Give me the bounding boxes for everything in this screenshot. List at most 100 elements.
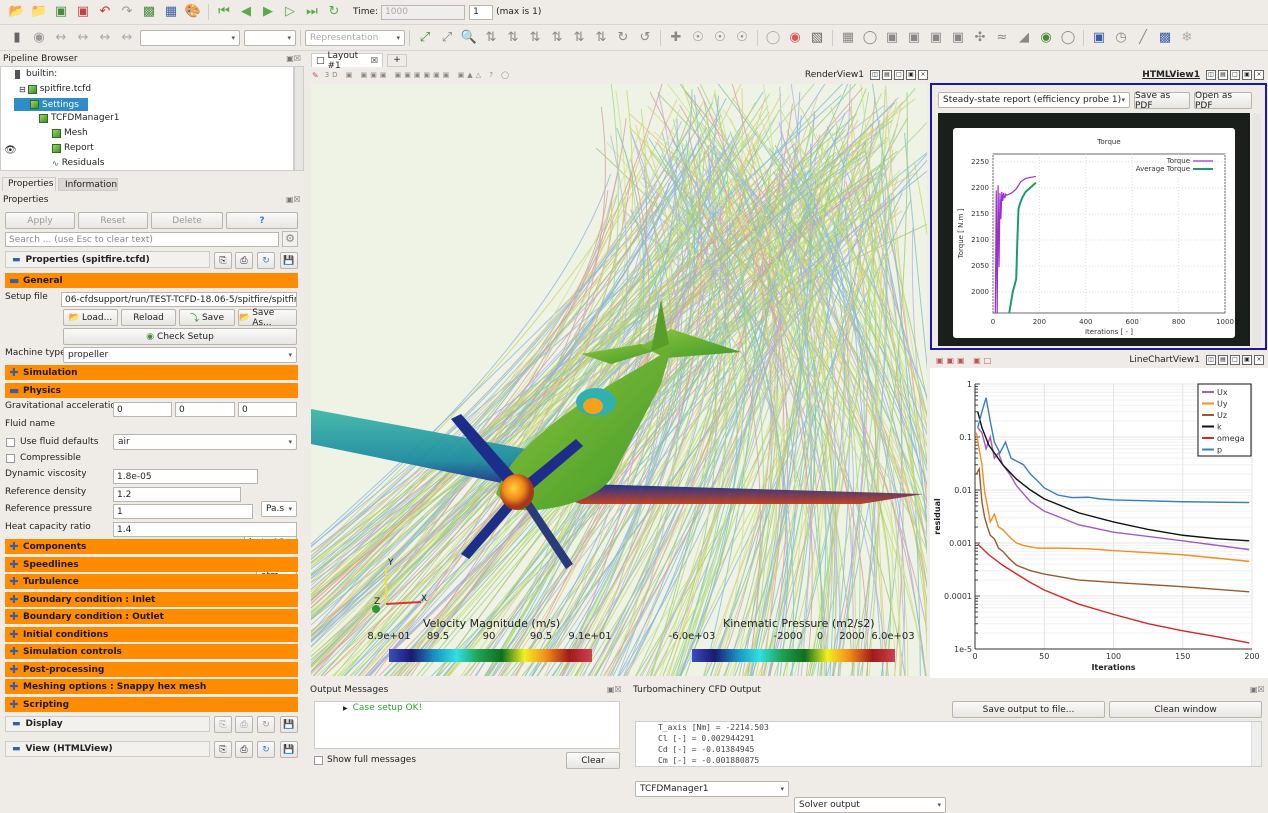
render-tools-icons[interactable]: 3D ▣ ▣▣▣ ▣▣▣▣▣▣ ▣▲△ ? ◯ — [325, 71, 512, 79]
section-8[interactable]: ✚ Post-processing — [5, 662, 298, 677]
threshold-icon[interactable]: ▣ — [927, 29, 945, 47]
pick-center-icon[interactable]: ☉ — [733, 29, 751, 47]
message-item[interactable]: ▶ Case setup OK! — [343, 703, 422, 713]
rescale-temporal-icon[interactable]: ↔ — [96, 29, 114, 47]
layout-tab[interactable]: □ Layout #1 ☒ — [311, 51, 383, 71]
reset-center-icon[interactable]: ☉ — [711, 29, 729, 47]
help-button[interactable]: ? — [226, 212, 298, 229]
connect-icon[interactable]: ▣ — [52, 3, 70, 21]
tree-item-mesh[interactable]: Mesh — [52, 128, 88, 138]
section-2[interactable]: ✚ Speedlines — [5, 557, 298, 572]
clean-window-button[interactable]: Clean window — [1109, 701, 1262, 718]
open-as-pdf-button[interactable]: Open as PDF — [1194, 91, 1252, 111]
redo-icon[interactable]: ↷ — [118, 3, 136, 21]
view-plus-y-icon[interactable]: ⇅ — [526, 29, 544, 47]
htmlview-scrollbar[interactable] — [1252, 113, 1261, 346]
group-datasets-icon[interactable]: ◉ — [1037, 29, 1055, 47]
play-icon[interactable]: ▶ — [259, 3, 277, 21]
chart-tools-icons[interactable]: ▣▣▣ ▣□ — [936, 356, 994, 365]
heat-capacity-ratio-input[interactable]: 1.4 — [113, 522, 297, 537]
paste-icon[interactable]: ⎙ — [235, 252, 253, 269]
timestep-spinbox[interactable]: 1 — [469, 4, 494, 20]
reset-button[interactable]: Reset — [78, 212, 148, 229]
use-fluid-defaults-checkbox[interactable]: Use fluid defaults — [6, 437, 98, 447]
stream-tracer-icon[interactable]: ≈ — [993, 29, 1011, 47]
edit-colormap-icon[interactable]: ◉ — [30, 29, 48, 47]
refresh-icon[interactable]: ↻ — [257, 716, 275, 733]
clip-icon[interactable]: ▣ — [883, 29, 901, 47]
pipeline-scrollbar[interactable] — [294, 66, 304, 171]
rescale-visible-icon[interactable]: ↔ — [118, 29, 136, 47]
section-6[interactable]: ✚ Initial conditions — [5, 627, 298, 642]
reload-button[interactable]: Reload — [121, 309, 176, 326]
refresh-icon[interactable]: ↻ — [257, 741, 275, 758]
properties-group-header[interactable]: ▬ Properties (spitfire.tcfd) — [5, 251, 210, 268]
calculator-icon[interactable]: ▦ — [839, 29, 857, 47]
linechart-panel[interactable]: 0 50 100 150 200 1e-5 0.0001 0.001 0.01 0.1 1 Itera… — [930, 368, 1268, 678]
snowflake-icon[interactable]: ❄ — [1178, 29, 1196, 47]
viscosity-unit-select[interactable]: Pa.s ▾ — [261, 501, 297, 517]
reset-camera-icon[interactable]: ⤢ — [416, 29, 434, 47]
reference-density-input[interactable]: 1.2 — [113, 487, 241, 502]
last-frame-icon[interactable]: ⏭ — [303, 3, 321, 21]
paste-icon[interactable]: ⎙ — [235, 741, 253, 758]
palette-icon[interactable]: 🎨 — [184, 3, 202, 21]
delete-button[interactable]: Delete — [151, 212, 223, 229]
machine-type-select[interactable]: propeller ▾ — [63, 347, 297, 363]
section-physics[interactable]: ▬ Physics — [5, 383, 298, 398]
properties-search-input[interactable]: Search ... (use Esc to clear text) — [5, 232, 279, 247]
view-minus-x-icon[interactable]: ⇅ — [504, 29, 522, 47]
section-3[interactable]: ✚ Turbulence — [5, 574, 298, 589]
dock-buttons-icon[interactable]: ▣☒ — [1250, 685, 1265, 694]
output-scrollbar[interactable] — [1251, 722, 1261, 766]
section-5[interactable]: ✚ Boundary condition : Outlet — [5, 609, 298, 624]
maximize-icon[interactable]: □ — [1230, 70, 1240, 80]
restore-icon[interactable]: ▣ — [906, 70, 916, 80]
surface-icon[interactable]: ◯ — [764, 29, 782, 47]
display-group-header[interactable]: ▬ Display — [5, 716, 210, 732]
tab-information[interactable]: Information — [58, 178, 118, 191]
undo-icon[interactable]: ↶ — [96, 3, 114, 21]
component-select[interactable]: ▾ — [244, 30, 296, 46]
time-input[interactable]: 1000 — [381, 4, 466, 20]
view-minus-z-icon[interactable]: ⇅ — [592, 29, 610, 47]
restore-icon[interactable]: ▣ — [1242, 355, 1252, 365]
slice-icon[interactable]: ▣ — [905, 29, 923, 47]
load-button[interactable]: 📂 Load... — [63, 309, 118, 326]
gravity-z-input[interactable]: 0 — [238, 402, 297, 417]
apply-button[interactable]: Apply — [5, 212, 75, 229]
rescale-custom-icon[interactable]: ↔ — [74, 29, 92, 47]
dock-buttons-icon[interactable]: ▣☒ — [286, 195, 301, 204]
compressible-checkbox[interactable]: Compressible — [6, 453, 81, 463]
maximize-icon[interactable]: □ — [894, 70, 904, 80]
annotate-time-icon[interactable]: ▩ — [1156, 29, 1174, 47]
first-frame-icon[interactable]: ⏮ — [215, 3, 233, 21]
color-wheel-icon[interactable]: ◉ — [786, 29, 804, 47]
select-icon[interactable]: ▦ — [162, 3, 180, 21]
zoom-to-box-icon[interactable]: 🔍 — [460, 29, 478, 47]
dock-buttons-icon[interactable]: ▣☒ — [607, 685, 622, 694]
section-9[interactable]: ✚ Meshing options : Snappy hex mesh — [5, 679, 298, 694]
extract-level-icon[interactable]: ◯ — [1059, 29, 1077, 47]
section-10[interactable]: ✚ Scripting — [5, 697, 298, 712]
check-setup-button[interactable]: ◉ Check Setup — [63, 328, 297, 345]
disconnect-icon[interactable]: ▣ — [74, 3, 92, 21]
rotate-minus90-icon[interactable]: ↺ — [636, 29, 654, 47]
gravity-y-input[interactable]: 0 — [175, 402, 235, 417]
rescale-range-icon[interactable]: ↔ — [52, 29, 70, 47]
ruler-icon[interactable]: ╱ — [1134, 29, 1152, 47]
section-4[interactable]: ✚ Boundary condition : Inlet — [5, 592, 298, 607]
dock-buttons-icon[interactable]: ▣☒ — [286, 54, 301, 63]
section-simulation[interactable]: ✚ Simulation — [5, 365, 298, 380]
render-view[interactable]: Y X Z Velocity Magnitude (m/s) 8.9e+01 89… — [311, 84, 927, 676]
representation-select[interactable]: Representation ▾ — [305, 30, 405, 46]
save-as-button[interactable]: 📂 Save As... — [238, 308, 297, 328]
save-as-pdf-button[interactable]: Save as PDF — [1134, 91, 1190, 111]
tree-item-settings[interactable]: Settings — [14, 98, 88, 111]
restore-icon[interactable]: ▣ — [1242, 70, 1252, 80]
copy-icon[interactable]: ⎘ — [214, 741, 232, 758]
next-frame-icon[interactable]: ▷ — [281, 3, 299, 21]
color-legend-icon[interactable]: ▮ — [8, 29, 26, 47]
zoom-closest-icon[interactable]: ⤢ — [438, 29, 456, 47]
tree-item-tcfdmanager[interactable]: TCFDManager1 — [39, 113, 120, 123]
